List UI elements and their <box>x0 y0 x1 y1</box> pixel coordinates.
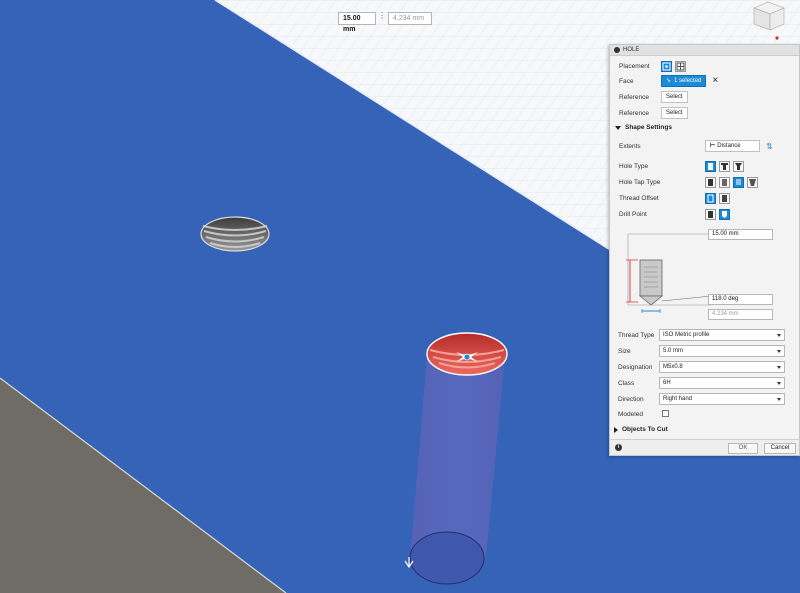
reference-select-button-2[interactable]: Select <box>661 107 688 119</box>
thread-offset-full-icon <box>707 194 714 202</box>
info-icon[interactable]: i <box>615 444 622 451</box>
placement-label: Placement <box>619 62 650 70</box>
view-cube-icon[interactable] <box>748 0 794 44</box>
thread-type-value: ISO Metric profile <box>663 332 710 338</box>
cursor-icon: ➘ <box>666 78 672 84</box>
counterbore-icon <box>721 162 728 170</box>
placement-row: Placement <box>610 58 799 74</box>
reference-label-2: Reference <box>619 109 649 117</box>
face-label: Face <box>619 77 634 85</box>
reference-label-1: Reference <box>619 93 649 101</box>
flat-drill-point-icon <box>708 210 713 218</box>
extents-dropdown[interactable]: ⊢ Distance <box>705 140 760 152</box>
panel-header: HOLE <box>610 45 799 56</box>
drill-point-label: Drill Point <box>619 210 647 218</box>
single-hole-icon <box>662 62 671 70</box>
modeled-checkbox[interactable] <box>662 410 669 417</box>
designation-value: M5x0.8 <box>663 364 683 370</box>
counterbore-button[interactable] <box>719 160 730 172</box>
objects-to-cut-label: Objects To Cut <box>622 426 668 433</box>
extents-row: Extents ⊢ Distance ⇅ <box>610 138 799 154</box>
class-dropdown[interactable]: 6H <box>659 377 785 389</box>
angled-drill-point-button[interactable] <box>719 208 730 220</box>
taper-tapped-icon <box>749 178 756 186</box>
tapped-button[interactable] <box>733 176 744 188</box>
ok-button[interactable]: OK <box>728 443 758 454</box>
flip-direction-icon[interactable]: ⇅ <box>766 142 773 151</box>
extents-value: Distance <box>717 143 741 149</box>
reference-select-button-1[interactable]: Select <box>661 91 688 103</box>
class-value: 6H <box>663 380 671 386</box>
cancel-button[interactable]: Cancel <box>764 443 796 454</box>
size-label: Size <box>618 348 631 355</box>
threaded-hole <box>200 216 270 252</box>
panel-title: HOLE <box>623 47 640 53</box>
dropdown-caret-icon <box>777 398 781 401</box>
hole-type-row: Hole Type <box>610 158 799 174</box>
shape-settings-section[interactable]: Shape Settings <box>615 124 672 131</box>
simple-hole-button[interactable] <box>705 160 716 172</box>
face-row: Face ➘ 1 selected × <box>610 73 799 89</box>
flat-drill-point-button[interactable] <box>705 208 716 220</box>
depth-dimension-input[interactable]: 15.00 mm <box>338 12 376 33</box>
dropdown-caret-icon <box>777 350 781 353</box>
thread-offset-partial-icon <box>722 194 727 202</box>
thread-offset-label: Thread Offset <box>619 194 659 202</box>
tapped-icon <box>736 179 741 184</box>
reference-row-1: Reference Select <box>610 89 799 105</box>
hole-tap-type-label: Hole Tap Type <box>619 178 661 186</box>
angled-drill-point-icon <box>722 210 727 218</box>
dropdown-caret-icon <box>777 334 781 337</box>
hole-type-label: Hole Type <box>619 162 649 170</box>
single-hole-placement-button[interactable] <box>661 60 672 72</box>
dimension-grip-icon: ⋮ <box>378 11 386 20</box>
distance-icon: ⊢ <box>710 143 716 149</box>
hole-feature-icon <box>614 47 620 53</box>
hole-tap-type-row: Hole Tap Type <box>610 174 799 190</box>
taper-tapped-button[interactable] <box>747 176 758 188</box>
simple-tap-button[interactable] <box>705 176 716 188</box>
dropdown-caret-icon <box>777 366 781 369</box>
designation-dropdown[interactable]: M5x0.8 <box>659 361 785 373</box>
direction-label: Direction <box>618 396 644 403</box>
class-label: Class <box>618 380 635 387</box>
face-selection-button[interactable]: ➘ 1 selected <box>661 75 707 87</box>
grid-points-icon <box>676 62 685 70</box>
objects-to-cut-section[interactable]: Objects To Cut <box>614 426 668 433</box>
simple-hole-icon <box>708 162 713 170</box>
diameter-dimension-input[interactable]: 4.234 mm <box>388 12 432 25</box>
countersink-icon <box>735 162 742 170</box>
direction-value: Right hand <box>663 396 693 402</box>
countersink-button[interactable] <box>733 160 744 172</box>
sketch-points-placement-button[interactable] <box>675 60 686 72</box>
simple-tap-icon <box>708 178 713 186</box>
thread-type-dropdown[interactable]: ISO Metric profile <box>659 329 785 341</box>
modeled-label: Modeled <box>618 411 643 418</box>
collapse-arrow-icon <box>614 426 618 433</box>
size-dropdown[interactable]: 5.0 mm <box>659 345 785 357</box>
dropdown-caret-icon <box>777 382 781 385</box>
panel-footer: i OK Cancel <box>610 439 799 455</box>
depth-field[interactable]: 15.00 mm <box>708 229 773 240</box>
clear-selection-icon[interactable]: × <box>712 76 718 86</box>
shape-settings-label: Shape Settings <box>625 124 672 131</box>
designation-label: Designation <box>618 364 653 371</box>
clearance-tap-icon <box>722 178 727 186</box>
extents-label: Extents <box>619 142 641 150</box>
thread-offset-partial-button[interactable] <box>719 192 730 204</box>
size-value: 5.0 mm <box>663 348 684 354</box>
direction-dropdown[interactable]: Right hand <box>659 393 785 405</box>
expand-arrow-icon <box>615 125 621 130</box>
thread-offset-row: Thread Offset <box>610 190 799 206</box>
diameter-field[interactable]: 4.234 mm <box>708 309 773 320</box>
drill-angle-field[interactable]: 118.0 deg <box>708 294 773 305</box>
thread-offset-full-button[interactable] <box>705 192 716 204</box>
drill-point-row: Drill Point <box>610 206 799 222</box>
reference-row-2: Reference Select <box>610 105 799 121</box>
thread-type-label: Thread Type <box>618 332 655 339</box>
hole-preview-diagram <box>626 233 712 313</box>
face-selected-value: 1 selected <box>674 78 702 84</box>
clearance-tap-button[interactable] <box>719 176 730 188</box>
